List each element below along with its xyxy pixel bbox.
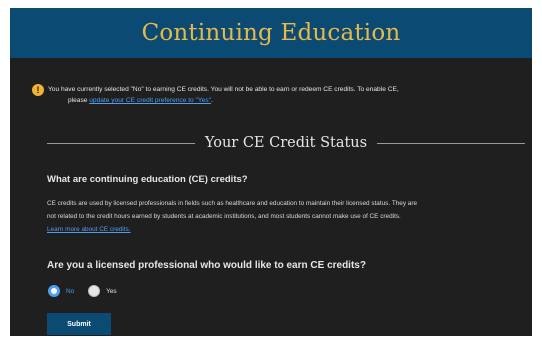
divider-left <box>47 142 195 144</box>
section-title: Your CE Credit Status <box>204 135 368 151</box>
notice-prefix: please <box>68 97 90 104</box>
update-preference-link[interactable]: update your CE credit preference to "Yes… <box>89 97 211 104</box>
para-line-1: CE credits are used by licensed professi… <box>47 200 418 207</box>
radio-no-label[interactable]: No <box>66 288 74 295</box>
notice-line-2: please update your CE credit preference … <box>48 95 526 106</box>
divider-right <box>377 142 525 144</box>
notice-line-1: You have currently selected "No" to earn… <box>48 86 399 93</box>
radio-no[interactable] <box>48 285 60 297</box>
learn-more-link[interactable]: Learn more about CE credits. <box>47 226 130 233</box>
ce-definition-text: CE credits are used by licensed professi… <box>47 197 531 236</box>
ce-radio-group: No Yes <box>48 285 117 297</box>
submit-button[interactable]: Submit <box>47 313 111 335</box>
ce-definition-heading: What are continuing education (CE) credi… <box>47 174 248 185</box>
licensed-professional-question: Are you a licensed professional who woul… <box>47 260 366 271</box>
notice-suffix: . <box>211 97 213 104</box>
warning-icon: ! <box>32 84 44 96</box>
page-title: Continuing Education <box>141 20 401 46</box>
ce-preference-notice: ! You have currently selected "No" to ea… <box>32 84 526 106</box>
radio-yes-label[interactable]: Yes <box>106 288 116 295</box>
page-header: Continuing Education <box>10 8 532 58</box>
page-frame: Continuing Education ! You have currentl… <box>10 8 532 336</box>
radio-yes[interactable] <box>88 285 101 297</box>
para-line-2: not related to the credit hours earned b… <box>47 213 401 220</box>
section-header: Your CE Credit Status <box>47 134 525 152</box>
